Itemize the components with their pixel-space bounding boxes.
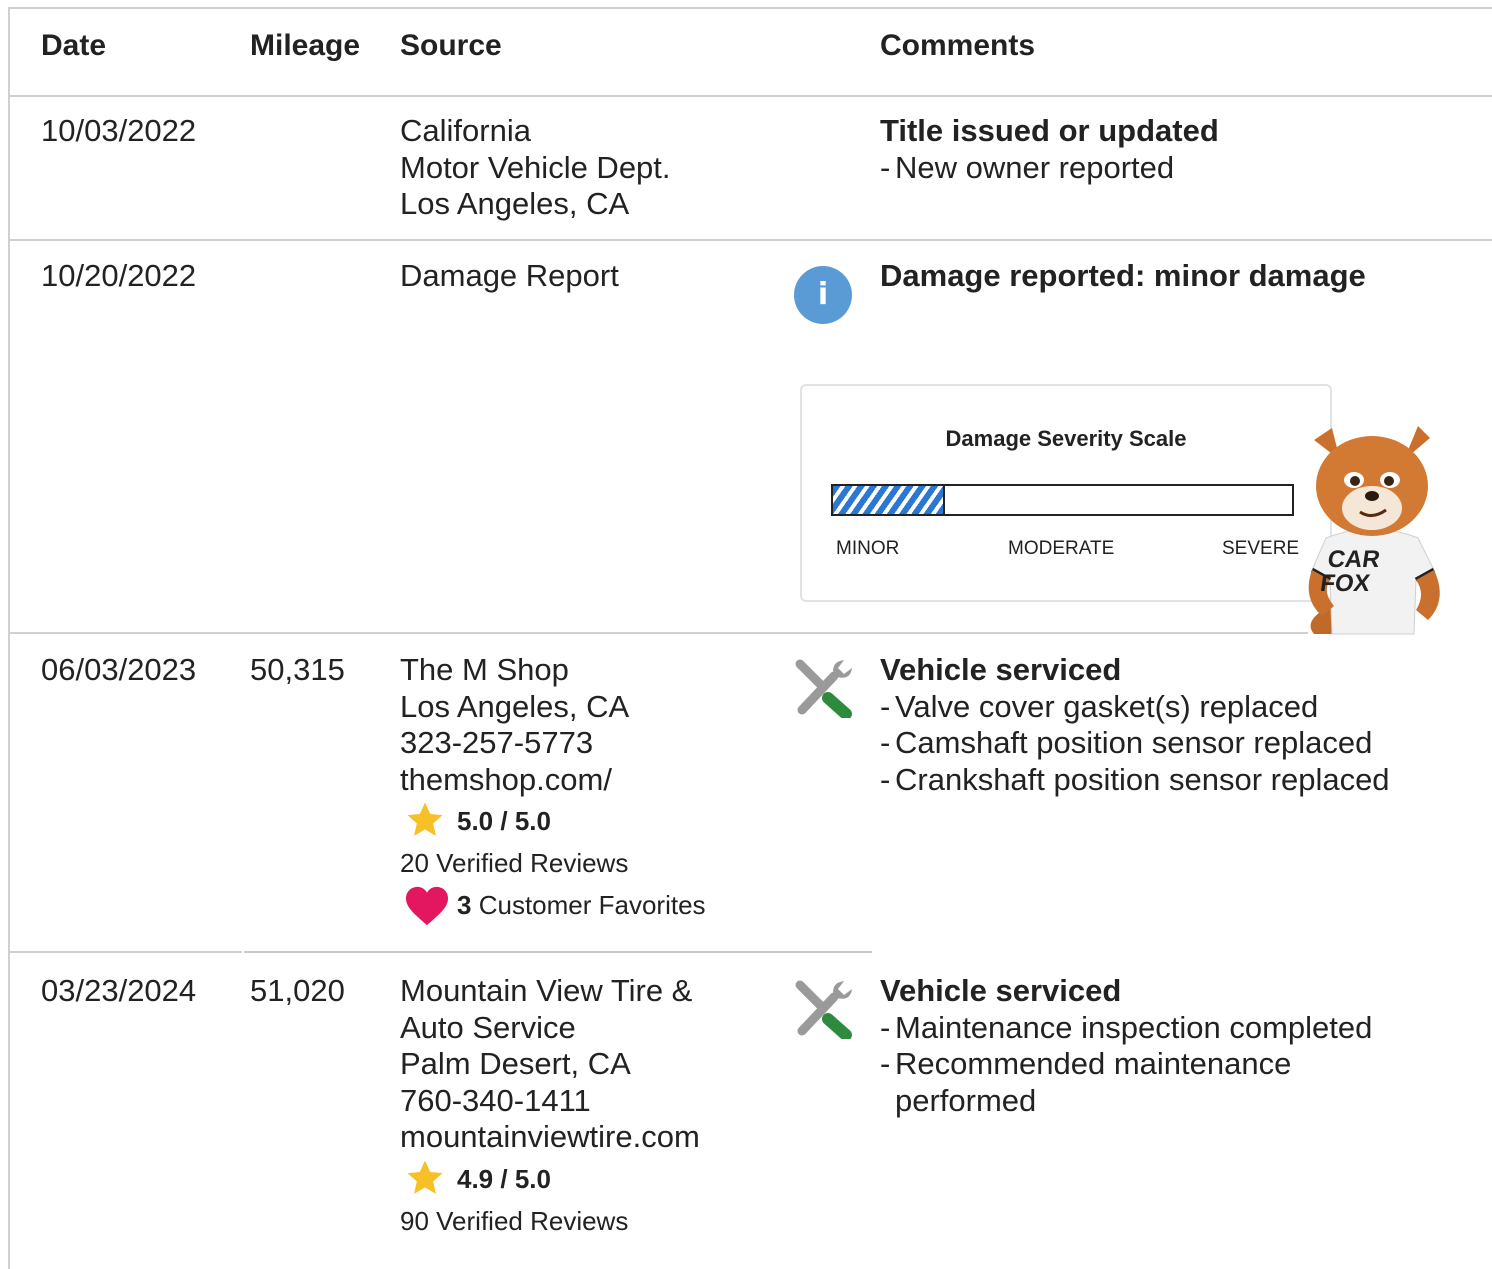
comment-item: - Crankshaft position sensor replaced bbox=[880, 761, 1390, 797]
rating-value: 4.9 / 5.0 bbox=[457, 1163, 551, 1194]
row-date: 10/03/2022 bbox=[41, 113, 197, 148]
comment-item: - Recommended maintenance bbox=[880, 1046, 1292, 1081]
row-source: The M Shop Los Angeles, CA 323-257-5773 … bbox=[400, 652, 706, 926]
heart-icon bbox=[406, 886, 448, 926]
source-line: Los Angeles, CA bbox=[400, 688, 630, 724]
shop-name[interactable]: Mountain View Tire & bbox=[400, 973, 700, 1010]
row-divider bbox=[10, 632, 1308, 634]
source-line: Motor Vehicle Dept. bbox=[400, 149, 671, 185]
scale-label-severe: SEVERE bbox=[1222, 538, 1300, 559]
shop-name-cont[interactable]: Auto Service bbox=[400, 1010, 700, 1047]
scale-label-minor: MINOR bbox=[836, 538, 900, 559]
row-date: 03/23/2024 bbox=[41, 973, 197, 1008]
row-source: California Motor Vehicle Dept. Los Angel… bbox=[400, 113, 671, 223]
comment-title: Damage reported: minor damage bbox=[880, 258, 1366, 293]
scale-label-moderate: MODERATE bbox=[1008, 538, 1115, 559]
row-date: 06/03/2023 bbox=[41, 652, 197, 687]
comment-item: - Camshaft position sensor replaced bbox=[880, 725, 1373, 760]
row-comments: Vehicle serviced - Maintenance inspection… bbox=[880, 973, 1372, 1119]
car-fox-mascot bbox=[1308, 426, 1440, 635]
severity-fill bbox=[833, 486, 946, 514]
comment-title: Vehicle serviced bbox=[880, 973, 1122, 1008]
comment-item-cont: performed bbox=[895, 1082, 1037, 1118]
info-icon[interactable]: i bbox=[794, 266, 852, 324]
comment-item: - Valve cover gasket(s) replaced bbox=[880, 688, 1319, 724]
tools-icon bbox=[795, 659, 852, 718]
row-mileage: 50,315 bbox=[250, 652, 345, 687]
shop-phone[interactable]: 760-340-1411 bbox=[400, 1083, 700, 1120]
shop-rating: 4.9 / 5.0 bbox=[400, 1158, 700, 1200]
customer-favorites: 3 Customer Favorites bbox=[400, 884, 706, 926]
damage-severity-scale: Damage Severity Scale MINOR MODERATE SEV… bbox=[800, 384, 1332, 602]
verified-reviews-link[interactable]: 20 Verified Reviews bbox=[400, 842, 629, 884]
row-source: Mountain View Tire & Auto Service Palm D… bbox=[400, 973, 700, 1242]
row-divider bbox=[10, 95, 1492, 97]
star-icon bbox=[407, 1160, 443, 1194]
source-line: California bbox=[400, 113, 531, 148]
shop-rating: 5.0 / 5.0 bbox=[400, 800, 629, 842]
comment-item: - Maintenance inspection completed bbox=[880, 1009, 1373, 1045]
tools-icon bbox=[795, 980, 852, 1039]
col-header-mileage: Mileage bbox=[250, 29, 361, 62]
row-source: Damage Report bbox=[400, 258, 619, 293]
verified-reviews-link[interactable]: 90 Verified Reviews bbox=[400, 1200, 700, 1242]
shop-website-link[interactable]: mountainviewtire.com bbox=[400, 1119, 700, 1156]
col-header-source: Source bbox=[400, 29, 502, 62]
row-date: 10/20/2022 bbox=[41, 258, 197, 293]
comment-item: - New owner reported bbox=[880, 149, 1175, 185]
row-divider bbox=[244, 951, 872, 953]
source-line: Palm Desert, CA bbox=[400, 1046, 631, 1081]
col-header-date: Date bbox=[41, 29, 107, 62]
mascot-shirt-text: CAR FOX bbox=[1318, 546, 1382, 597]
scale-title: Damage Severity Scale bbox=[945, 426, 1187, 451]
shop-phone[interactable]: 323-257-5773 bbox=[400, 725, 629, 762]
comment-title: Vehicle serviced bbox=[880, 652, 1122, 687]
col-header-comments: Comments bbox=[880, 29, 1036, 62]
severity-bar bbox=[831, 484, 1294, 516]
star-icon bbox=[407, 802, 443, 836]
rating-value: 5.0 / 5.0 bbox=[457, 806, 551, 836]
shop-name[interactable]: The M Shop bbox=[400, 652, 629, 689]
shop-website-link[interactable]: themshop.com/ bbox=[400, 762, 629, 799]
row-divider bbox=[10, 239, 1492, 241]
row-mileage: 51,020 bbox=[250, 973, 345, 1008]
row-divider bbox=[10, 951, 242, 953]
comment-title: Title issued or updated bbox=[880, 113, 1219, 148]
row-comments: Title issued or updated - New owner repor… bbox=[880, 113, 1219, 186]
source-line: Los Angeles, CA bbox=[400, 186, 630, 221]
row-comments: Vehicle serviced - Valve cover gasket(s) … bbox=[880, 652, 1390, 798]
